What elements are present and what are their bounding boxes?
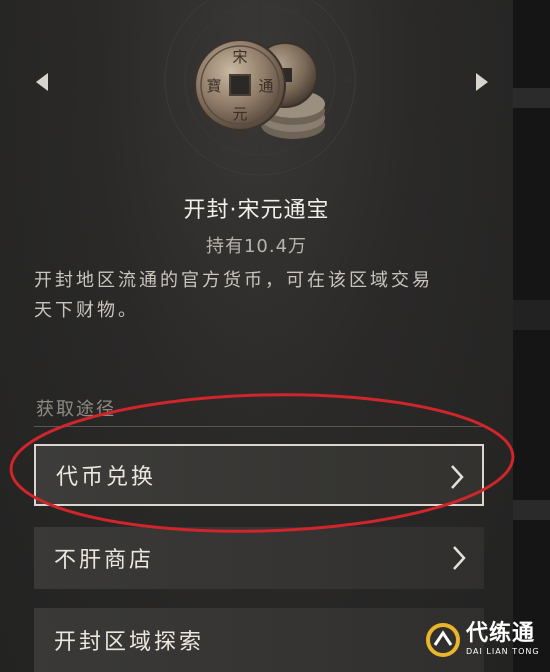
triangle-left-icon xyxy=(36,73,48,91)
divider xyxy=(34,426,486,427)
description-line: 开封地区流通的官方货币，可在该区域交易 xyxy=(34,270,433,291)
item-detail-panel: 宋 通 元 寶 开封·宋元通宝 持有10.4万 开封地区流通的官方货币，可在该区… xyxy=(0,0,513,672)
next-item-button[interactable] xyxy=(472,70,492,94)
svg-text:元: 元 xyxy=(232,105,247,123)
svg-text:寶: 寶 xyxy=(206,77,221,95)
option-label: 代币兑换 xyxy=(56,465,157,490)
source-option-explore[interactable]: 开封区域探索 xyxy=(34,608,484,672)
option-label: 不肝商店 xyxy=(54,548,155,573)
source-option-shop[interactable]: 不肝商店 xyxy=(34,527,484,589)
triangle-right-icon xyxy=(476,73,488,91)
chevron-right-icon xyxy=(451,465,464,489)
svg-text:宋: 宋 xyxy=(232,48,247,66)
description-line: 天下财物。 xyxy=(34,300,139,321)
logo-mark-icon xyxy=(426,623,460,657)
watermark-logo: 代练通 DAI LIAN TONG xyxy=(426,612,550,668)
watermark-sub-text: DAI LIAN TONG xyxy=(466,647,540,656)
sources-heading: 获取途径 xyxy=(36,399,116,420)
source-option-token-exchange[interactable]: 代币兑换 xyxy=(34,444,484,506)
background-edge xyxy=(513,0,550,672)
chevron-right-icon xyxy=(453,546,466,570)
option-label: 开封区域探索 xyxy=(54,630,205,655)
coin-stack-icon: 宋 通 元 寶 xyxy=(194,39,325,139)
watermark-main-text: 代练通 xyxy=(466,621,536,646)
svg-text:通: 通 xyxy=(258,77,273,95)
previous-item-button[interactable] xyxy=(32,70,52,94)
item-description: 开封地区流通的官方货币，可在该区域交易 天下财物。 xyxy=(34,266,494,326)
item-holding-count: 持有10.4万 xyxy=(205,236,308,257)
item-title: 开封·宋元通宝 xyxy=(183,198,330,223)
